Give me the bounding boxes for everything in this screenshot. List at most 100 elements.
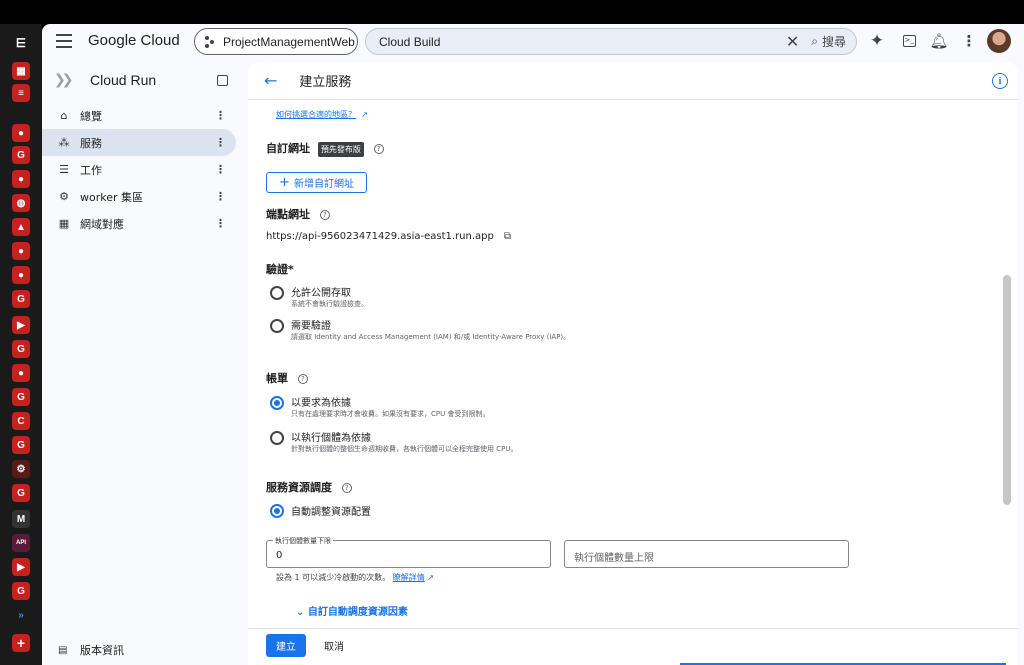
google-icon[interactable]: G	[12, 340, 30, 358]
youtube-icon[interactable]: ▶	[12, 316, 30, 334]
scrollbar[interactable]	[1003, 275, 1011, 505]
max-instances-field[interactable]: 執行個體數量上限	[564, 540, 849, 568]
cloud-console-window: Google Cloud ProjectManagementWeb Cloud …	[42, 24, 1024, 665]
max-instances-placeholder: 執行個體數量上限	[574, 553, 654, 564]
learn-more-link[interactable]: 瞭解詳情	[393, 573, 425, 582]
copy-icon[interactable]: ⧉	[504, 231, 511, 242]
mk-app-icon[interactable]: M	[12, 510, 30, 528]
endpoint-url: https://api-956023471429.asia-east1.run.…	[266, 231, 494, 242]
page-header: ← 建立服務 i	[248, 62, 1018, 100]
drive-icon[interactable]: ▲	[12, 218, 30, 236]
google-icon[interactable]: G	[12, 484, 30, 502]
add-icon[interactable]: +	[12, 634, 30, 652]
api-app-icon[interactable]: API	[12, 534, 30, 552]
collapse-sidebar-icon[interactable]	[217, 74, 228, 86]
search-bar[interactable]: Cloud Build ✕ ⌕ 搜尋	[365, 28, 857, 55]
google-icon[interactable]: G	[12, 290, 30, 308]
bell-icon[interactable]: 🔔︎	[929, 32, 948, 50]
settings-app-icon[interactable]: ⚙	[12, 460, 30, 478]
auth-public-radio[interactable]	[270, 286, 284, 300]
google-cloud-logo[interactable]: Google Cloud	[88, 32, 180, 49]
expand-scaling-label: 自訂自動調度資源因素	[307, 607, 408, 618]
search-icon: ⌕	[811, 34, 818, 48]
external-link-icon: ↗	[427, 573, 434, 582]
billing-request-radio[interactable]	[270, 396, 284, 410]
github-icon[interactable]: ●	[12, 242, 30, 260]
github-icon[interactable]: ●	[12, 266, 30, 284]
sidebar-item-label: 版本資訊	[80, 644, 124, 657]
auth-required-radio[interactable]	[270, 319, 284, 333]
help-icon[interactable]: ?	[297, 374, 308, 384]
region-help-link-text[interactable]: 如何挑選合適的地區？	[276, 110, 356, 119]
github-icon[interactable]: ●	[12, 170, 30, 188]
globe-icon[interactable]: ◍	[12, 194, 30, 212]
custom-url-section-title: 自訂網址 預先發布版 ?	[266, 140, 384, 157]
min-instances-field[interactable]: 執行個體數量下限 0	[266, 536, 551, 568]
google-icon[interactable]: G	[12, 582, 30, 600]
menu-icon[interactable]	[56, 34, 72, 48]
billing-instance-desc: 針對執行個體的整個生命週期收費，各執行個體可以全程完整使用 CPU。	[291, 445, 518, 453]
endpoint-url-row: https://api-956023471429.asia-east1.run.…	[266, 231, 511, 242]
more-vert-icon[interactable]: ⋮	[215, 109, 226, 122]
sparkle-icon[interactable]: ✦	[868, 31, 886, 51]
more-vert-icon[interactable]: ⋮	[215, 217, 226, 230]
grid-app-icon[interactable]: ▦	[12, 62, 30, 80]
g-app-icon[interactable]: G	[12, 436, 30, 454]
terminal-icon[interactable]: >_	[900, 32, 918, 50]
search-button-label: 搜尋	[821, 35, 846, 49]
project-icon	[205, 35, 215, 48]
browser-side-dock: ⋿ ▦ ≡ ● G ● ◍ ▲ ● ● G ▶ G ● G C G ⚙ G M …	[0, 24, 42, 665]
sidebar-item-release-notes[interactable]: ▤ 版本資訊	[58, 642, 124, 658]
project-picker[interactable]: ProjectManagementWeb	[194, 28, 358, 55]
sidebar-item-overview[interactable]: ⌂ 總覽 ⋮	[42, 102, 236, 129]
external-link-icon: ↗	[361, 110, 368, 119]
min-instances-value: 0	[276, 550, 283, 561]
more-vert-icon[interactable]: ⋮	[960, 32, 978, 50]
sidebar-item-services[interactable]: ⁂ 服務 ⋮	[42, 129, 236, 156]
back-arrow-icon[interactable]: ←	[264, 71, 277, 90]
more-vert-icon[interactable]: ⋮	[215, 190, 226, 203]
google-icon[interactable]: G	[12, 146, 30, 164]
plus-icon: +	[279, 175, 290, 190]
billing-instance-radio[interactable]	[270, 431, 284, 445]
expand-scaling-factors[interactable]: ⌄ 自訂自動調度資源因素	[296, 603, 408, 618]
avatar[interactable]	[987, 29, 1011, 53]
auth-required-label: 需要驗證	[291, 321, 331, 332]
auth-required-desc: 請選取 Identity and Access Management (IAM)…	[291, 333, 571, 341]
help-icon[interactable]: ?	[373, 144, 384, 154]
home-icon: ⌂	[60, 109, 68, 122]
search-button[interactable]: ⌕ 搜尋	[811, 33, 846, 50]
search-input[interactable]: Cloud Build	[379, 35, 786, 49]
form-content: 如何挑選合適的地區？ ↗ 自訂網址 預先發布版 ? + 新增自訂網址 端點網址 …	[248, 100, 1018, 628]
sidebar-item-domain-mappings[interactable]: ▦ 網域對應 ⋮	[42, 210, 236, 237]
sidebar-item-worker-pools[interactable]: ⚙ worker 集區 ⋮	[42, 183, 236, 210]
auth-public-label: 允許公開存取	[291, 288, 351, 299]
sidebar-item-label: 網域對應	[80, 217, 124, 231]
endpoint-title: 端點網址	[266, 208, 310, 221]
more-vert-icon[interactable]: ⋮	[215, 163, 226, 176]
g-app-icon[interactable]: G	[12, 388, 30, 406]
github-icon[interactable]: ●	[12, 124, 30, 142]
project-name: ProjectManagementWeb	[223, 34, 355, 49]
more-vert-icon[interactable]: ⋮	[215, 136, 226, 149]
c-app-icon[interactable]: C	[12, 412, 30, 430]
sidebar-item-jobs[interactable]: ☰ 工作 ⋮	[42, 156, 236, 183]
auto-scaling-radio[interactable]	[270, 504, 284, 518]
scaling-hint-text: 設為 1 可以減少冷啟動的次數。	[276, 573, 391, 582]
search-app-icon[interactable]: ≡	[12, 84, 30, 102]
help-icon[interactable]: ?	[341, 483, 352, 493]
create-button[interactable]: 建立	[266, 634, 306, 657]
info-icon[interactable]: i	[992, 73, 1008, 89]
sidebar: ❯❯ Cloud Run ⌂ 總覽 ⋮ ⁂ 服務 ⋮ ☰ 工作 ⋮ ⚙ work…	[42, 60, 242, 665]
add-custom-url-button[interactable]: + 新增自訂網址	[266, 172, 367, 193]
clear-search-icon[interactable]: ✕	[786, 32, 799, 52]
product-title: Cloud Run	[90, 72, 157, 88]
list-icon: ☰	[59, 163, 69, 176]
region-help-link[interactable]: 如何挑選合適的地區？ ↗	[276, 102, 368, 121]
cloud-run-icon[interactable]: »	[12, 606, 30, 624]
github-icon[interactable]: ●	[12, 364, 30, 382]
youtube-icon[interactable]: ▶	[12, 558, 30, 576]
help-icon[interactable]: ?	[319, 210, 330, 220]
cancel-button[interactable]: 取消	[314, 634, 354, 657]
tabs-icon[interactable]: ⋿	[12, 34, 30, 52]
